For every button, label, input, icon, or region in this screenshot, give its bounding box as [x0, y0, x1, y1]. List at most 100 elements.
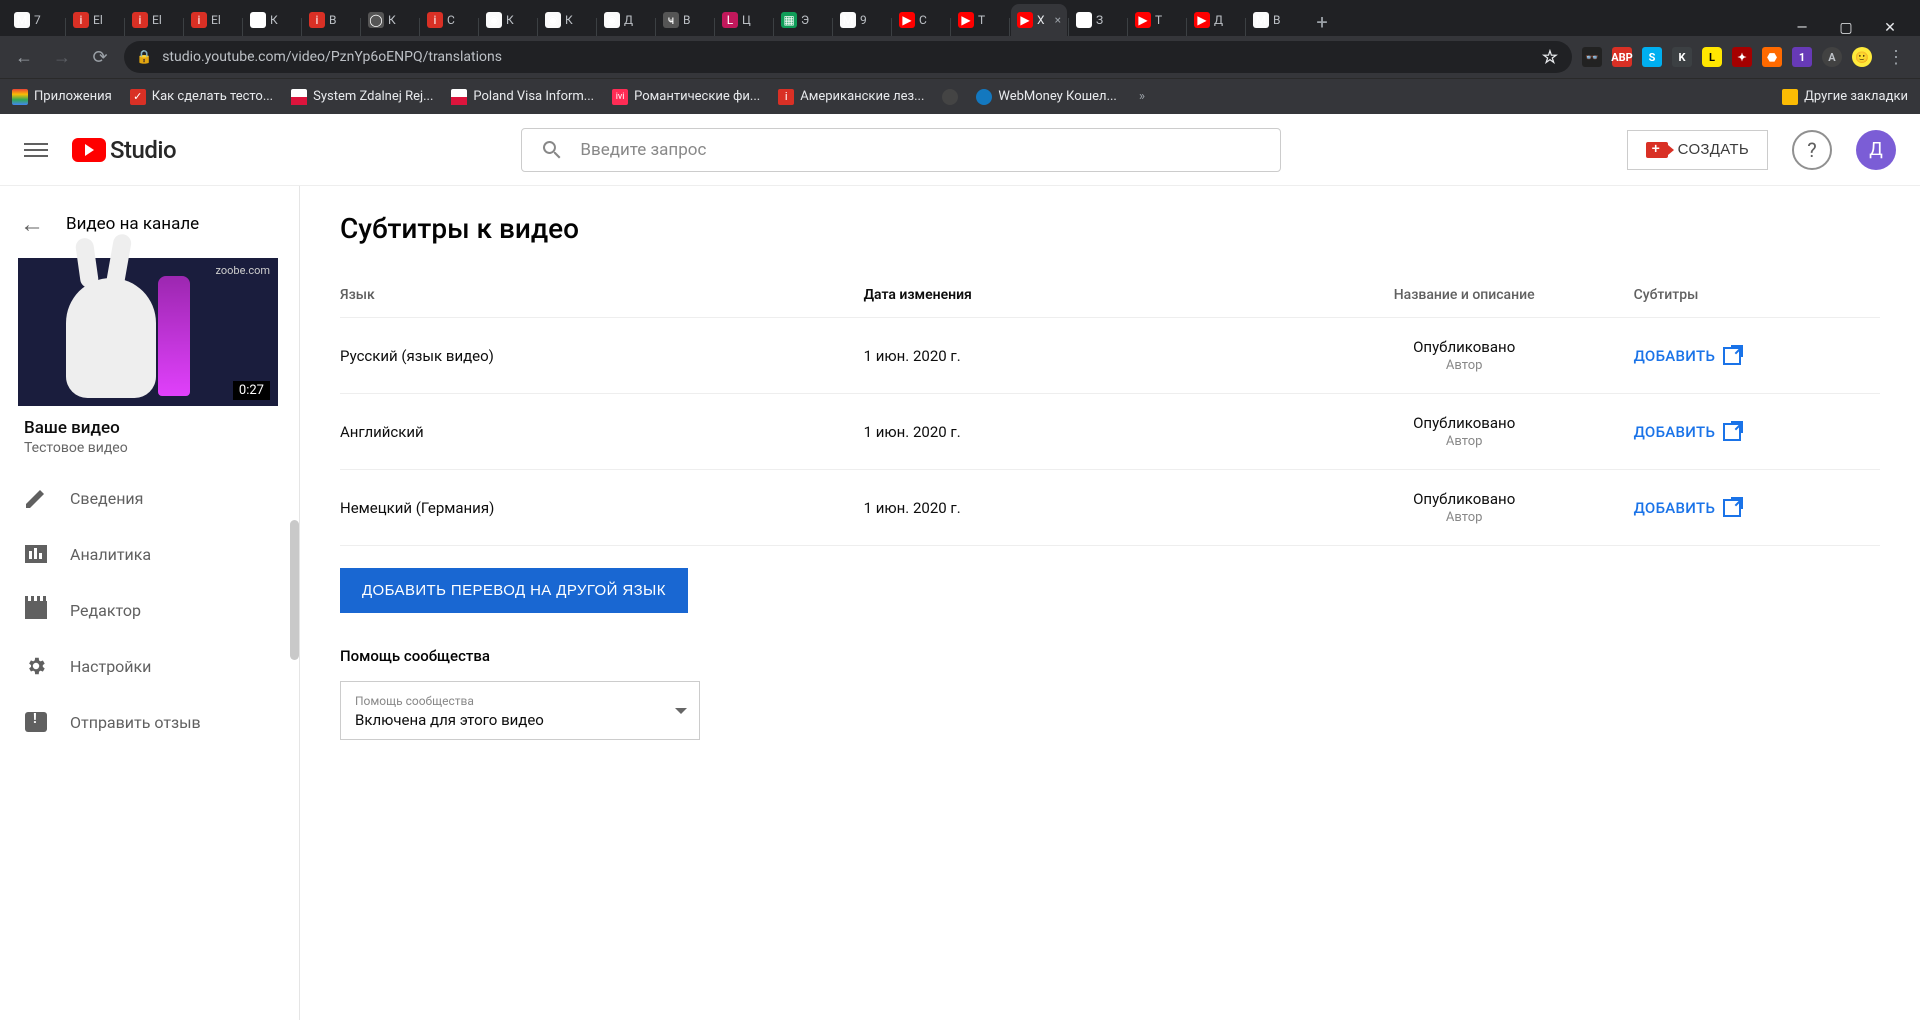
tab-label: В	[329, 13, 336, 27]
browser-tab[interactable]: iС	[421, 4, 477, 36]
bookmark-item[interactable]: System Zdalnej Rej...	[291, 89, 433, 105]
browser-menu[interactable]: ⋮	[1882, 43, 1910, 71]
bookmark-item[interactable]: iАмериканские лез...	[778, 89, 924, 105]
gear-icon	[24, 654, 48, 678]
translations-table: Язык Дата изменения Название и описание …	[340, 273, 1880, 546]
add-subtitles-link[interactable]: ДОБАВИТЬ	[1634, 499, 1742, 517]
browser-tab[interactable]: LЦ	[716, 4, 772, 36]
browser-tab[interactable]: ▦Э	[775, 4, 831, 36]
browser-tab[interactable]: ▶Т	[1129, 4, 1185, 36]
browser-tab[interactable]: MК	[244, 4, 300, 36]
lock-icon: 🔒	[136, 50, 152, 65]
address-bar[interactable]: 🔒 studio.youtube.com/video/PznYp6oENPQ/t…	[124, 41, 1572, 73]
bookmark-item[interactable]: ✓Как сделать тесто...	[130, 89, 273, 105]
browser-tab[interactable]: iEl	[185, 4, 241, 36]
menu-button[interactable]	[24, 138, 48, 162]
nav-reload[interactable]: ⟳	[86, 43, 114, 71]
sidebar-scrollbar[interactable]	[290, 520, 299, 660]
sidebar: ← Видео на канале zoobe.com 0:27 Ваше ви…	[0, 186, 300, 1020]
sidebar-item-editor[interactable]: Редактор	[0, 582, 299, 638]
browser-tab[interactable]: ҹВ	[657, 4, 713, 36]
window-maximize[interactable]: ▢	[1832, 20, 1860, 36]
ext-skype-icon[interactable]: S	[1642, 47, 1662, 67]
cell-language: Английский	[340, 394, 864, 470]
add-subtitles-link[interactable]: ДОБАВИТЬ	[1634, 423, 1742, 441]
community-help-select[interactable]: Помощь сообщества Включена для этого вид…	[340, 681, 700, 740]
youtube-studio-logo[interactable]: Studio	[72, 136, 176, 164]
nav-forward[interactable]: →	[48, 43, 76, 71]
browser-tab[interactable]: ▶X×	[1011, 4, 1067, 36]
video-thumbnail[interactable]: zoobe.com 0:27	[18, 258, 278, 406]
add-subtitles-link[interactable]: ДОБАВИТЬ	[1634, 347, 1742, 365]
browser-tab[interactable]: M9	[834, 4, 890, 36]
cell-language: Немецкий (Германия)	[340, 470, 864, 546]
bookmarks-bar: Приложения ✓Как сделать тесто... System Z…	[0, 78, 1920, 114]
sidebar-item-feedback[interactable]: Отправить отзыв	[0, 694, 299, 750]
window-close[interactable]: ✕	[1876, 20, 1904, 36]
open-external-icon	[1723, 423, 1741, 441]
cell-action: ДОБАВИТЬ	[1634, 470, 1880, 546]
close-icon[interactable]: ×	[1055, 13, 1061, 27]
ext-pdf-icon[interactable]: ✦	[1732, 47, 1752, 67]
page-title: Субтитры к видео	[340, 212, 1880, 245]
bookmark-item[interactable]: iviРомантические фи...	[612, 89, 760, 105]
ext-badge-icon[interactable]: 1	[1792, 47, 1812, 67]
col-date[interactable]: Дата изменения	[864, 273, 1295, 318]
search-input[interactable]: Введите запрос	[521, 128, 1281, 172]
search-placeholder: Введите запрос	[580, 140, 706, 160]
ext-k-icon[interactable]: K	[1672, 47, 1692, 67]
bookmark-star-icon[interactable]: ☆	[1540, 47, 1560, 67]
sidebar-item-details[interactable]: Сведения	[0, 470, 299, 526]
video-duration: 0:27	[233, 381, 270, 400]
sidebar-item-analytics[interactable]: Аналитика	[0, 526, 299, 582]
ext-abp-icon[interactable]: ABP	[1612, 47, 1632, 67]
browser-toolbar: ← → ⟳ 🔒 studio.youtube.com/video/PznYp6o…	[0, 36, 1920, 78]
window-minimize[interactable]: —	[1788, 20, 1816, 36]
nav-back[interactable]: ←	[10, 43, 38, 71]
ext-a-icon[interactable]: A	[1822, 47, 1842, 67]
back-to-channel-videos[interactable]: ← Видео на канале	[0, 202, 299, 252]
cell-language: Русский (язык видео)	[340, 318, 864, 394]
ext-incognito-icon[interactable]: 👓	[1582, 47, 1602, 67]
bookmark-item[interactable]: Poland Visa Inform...	[451, 89, 594, 105]
pencil-icon	[24, 486, 48, 510]
browser-tab[interactable]: ◯К	[362, 4, 418, 36]
browser-tab[interactable]: ▶Д	[1188, 4, 1244, 36]
browser-tab[interactable]: M7	[8, 4, 64, 36]
sidebar-item-settings[interactable]: Настройки	[0, 638, 299, 694]
search-icon	[540, 138, 564, 162]
ext-l-icon[interactable]: L	[1702, 47, 1722, 67]
browser-tab[interactable]: iEl	[67, 4, 123, 36]
globe-icon	[942, 89, 958, 105]
bookmark-label: Американские лез...	[800, 89, 924, 104]
browser-tab[interactable]: ▶T	[952, 4, 1008, 36]
ext-m-icon[interactable]: ⬣	[1762, 47, 1782, 67]
apps-shortcut[interactable]: Приложения	[12, 89, 112, 105]
bunny-illustration	[66, 278, 156, 398]
browser-tab[interactable]: iВ	[303, 4, 359, 36]
tab-label: С	[447, 13, 455, 27]
favicon: M	[14, 12, 30, 28]
create-button[interactable]: СОЗДАТЬ	[1627, 130, 1768, 170]
bookmark-item[interactable]: WebMoney Кошел...	[976, 89, 1116, 105]
bookmarks-overflow[interactable]: »	[1135, 89, 1149, 104]
bookmark-item[interactable]	[942, 89, 958, 105]
other-bookmarks[interactable]: Другие закладки	[1782, 89, 1908, 105]
other-bookmarks-label: Другие закладки	[1804, 89, 1908, 104]
add-language-button[interactable]: ДОБАВИТЬ ПЕРЕВОД НА ДРУГОЙ ЯЗЫК	[340, 568, 688, 613]
clapperboard-icon	[24, 598, 48, 622]
browser-tab[interactable]: MВ	[1247, 4, 1303, 36]
new-tab-button[interactable]: +	[1308, 8, 1336, 36]
tab-label: T	[978, 13, 985, 27]
browser-tab[interactable]: ◉К	[480, 4, 536, 36]
browser-tab[interactable]: ▶С	[893, 4, 949, 36]
help-button[interactable]: ?	[1792, 130, 1832, 170]
browser-tab[interactable]: ◉К	[539, 4, 595, 36]
bookmark-label: System Zdalnej Rej...	[313, 89, 433, 104]
browser-tab[interactable]: iEl	[126, 4, 182, 36]
account-avatar[interactable]: Д	[1856, 130, 1896, 170]
browser-tab[interactable]: GЗ	[1070, 4, 1126, 36]
browser-tab[interactable]: ◉Д	[598, 4, 654, 36]
bookmark-label: WebMoney Кошел...	[998, 89, 1116, 104]
profile-avatar-icon[interactable]: 🙂	[1852, 47, 1872, 67]
